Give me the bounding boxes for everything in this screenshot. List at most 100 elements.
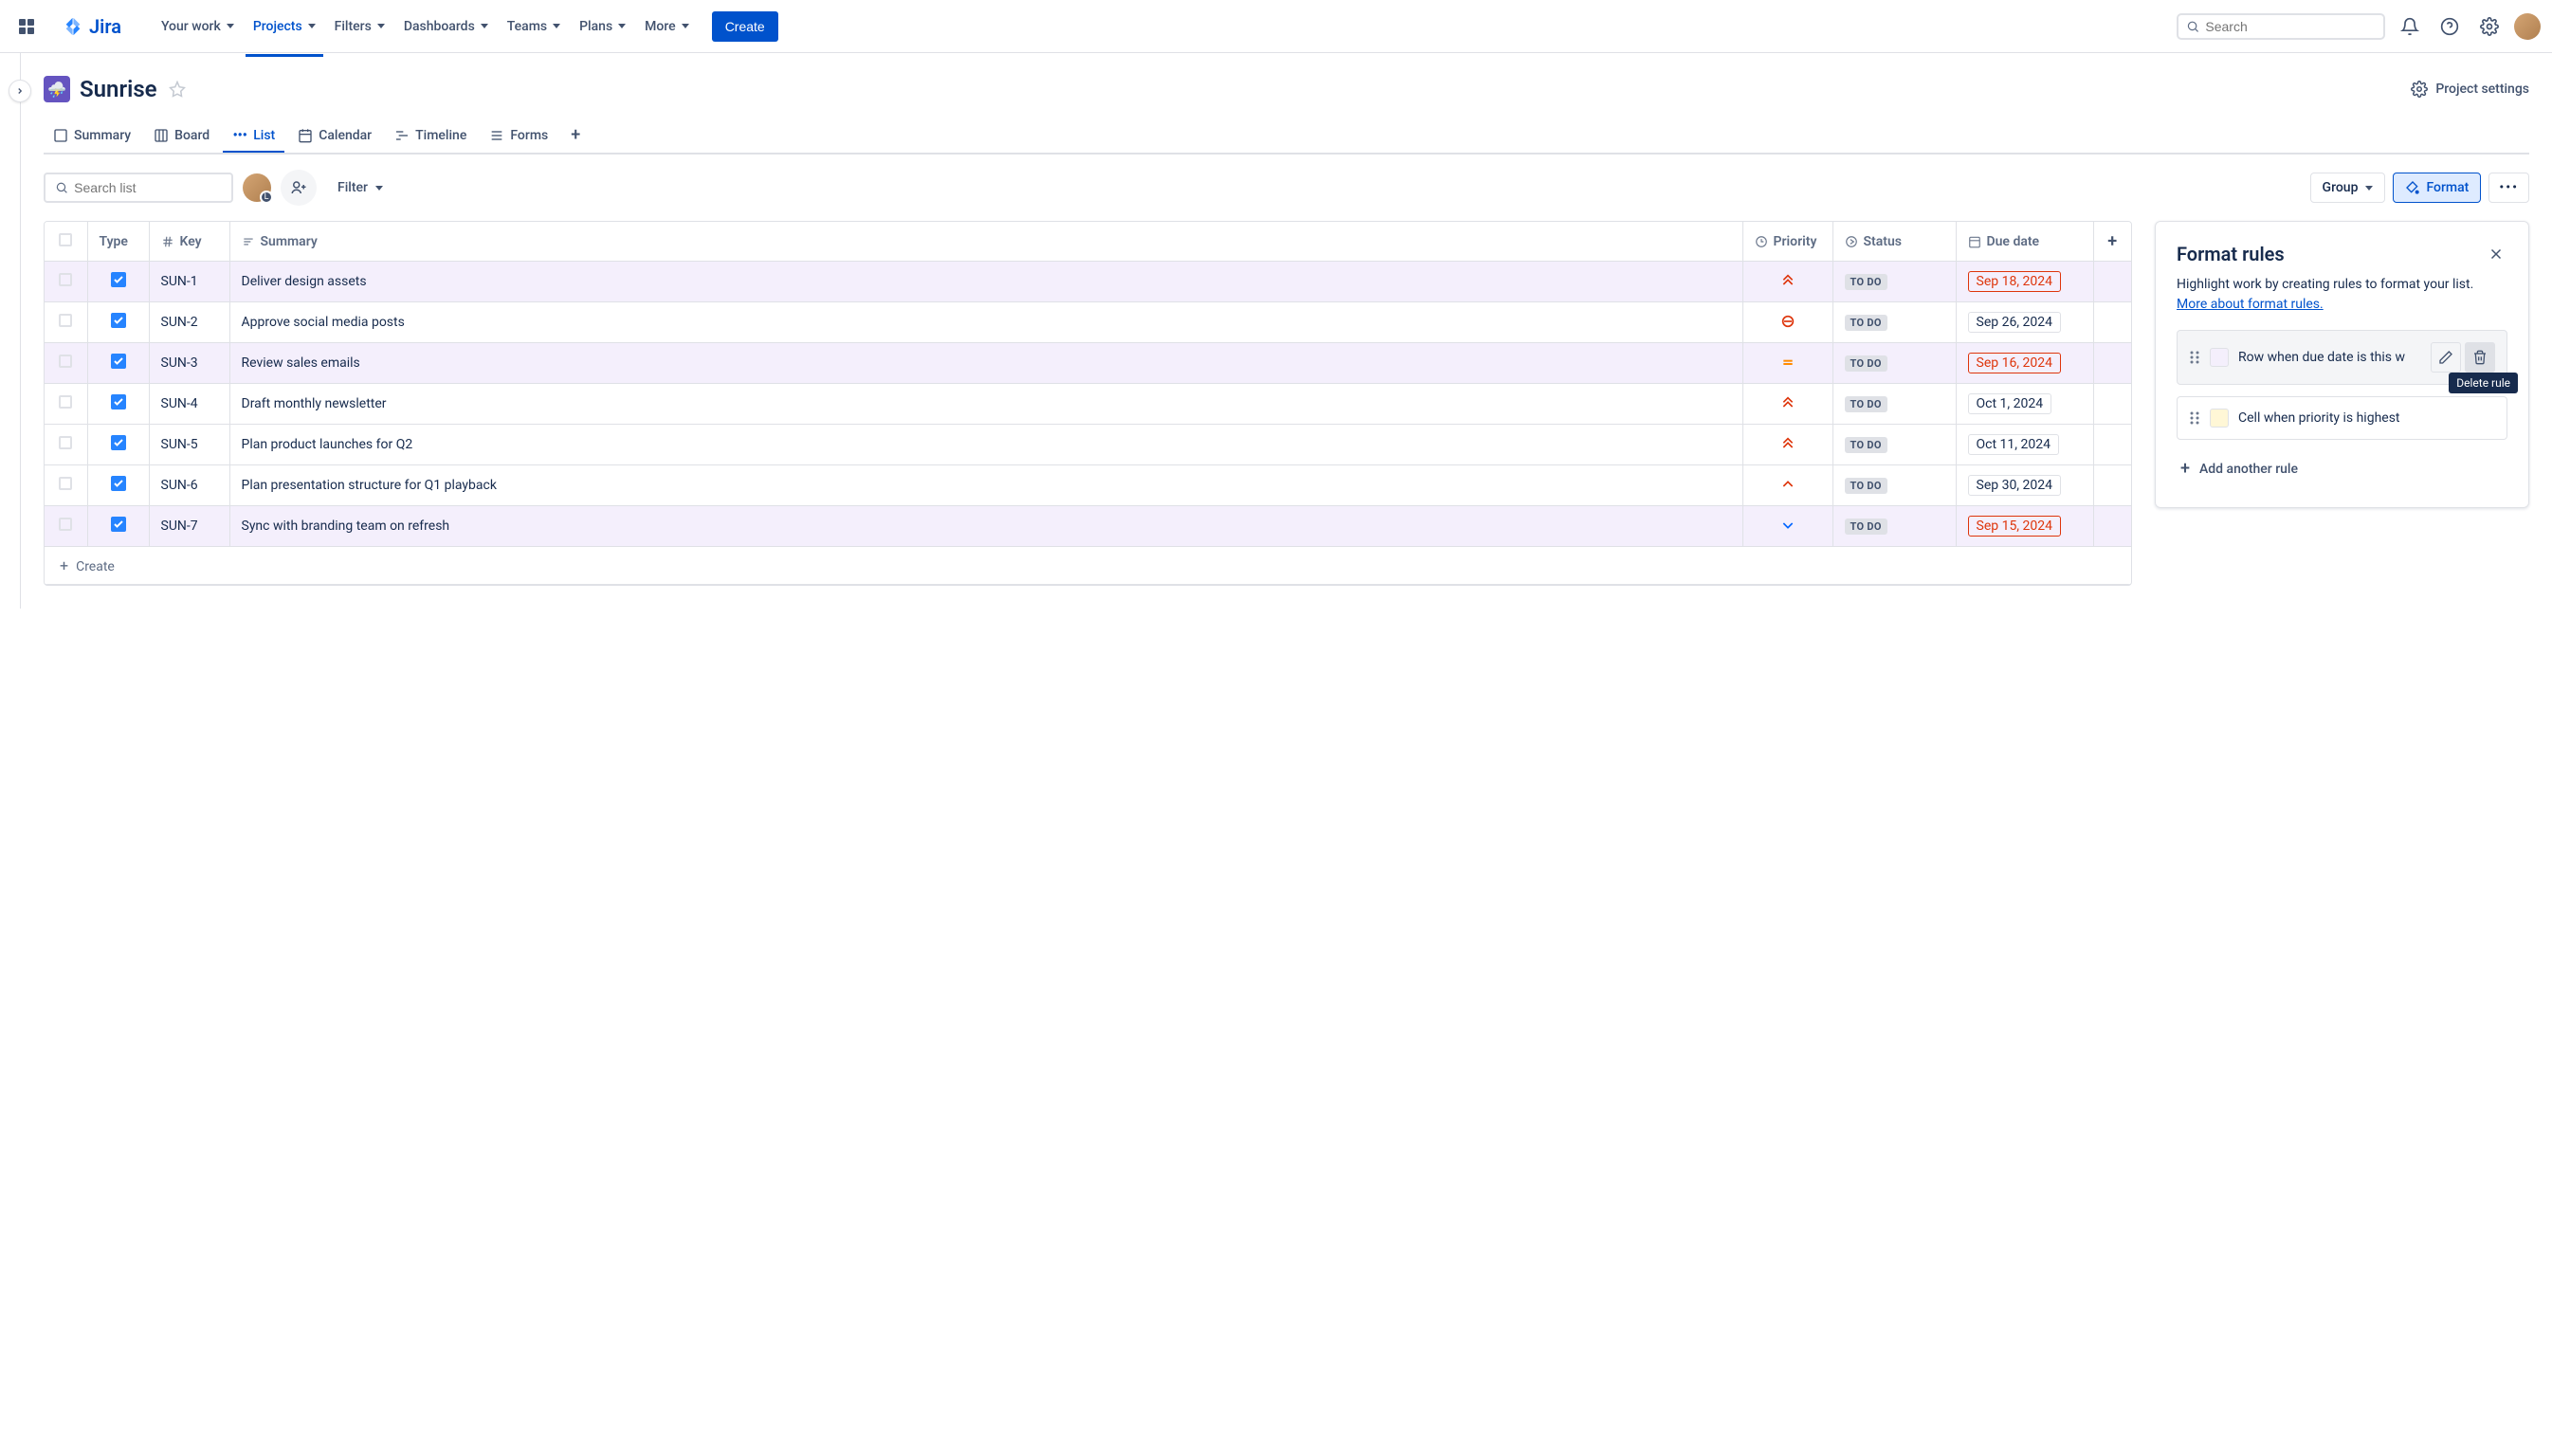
tab-list[interactable]: ••• List [223,120,284,151]
status-badge[interactable]: TO DO [1845,478,1887,494]
help-icon[interactable] [2434,11,2465,42]
format-button[interactable]: Format [2393,173,2481,203]
due-date-chip[interactable]: Oct 11, 2024 [1968,434,2059,455]
table-row[interactable]: SUN-1 Deliver design assets TO DO Sep 18… [45,262,2131,302]
tab-board[interactable]: Board [144,120,219,151]
table-row[interactable]: SUN-4 Draft monthly newsletter TO DO Oct… [45,384,2131,425]
row-key[interactable]: SUN-7 [149,506,229,547]
due-date-chip[interactable]: Oct 1, 2024 [1968,393,2052,414]
status-badge[interactable]: TO DO [1845,437,1887,453]
table-row[interactable]: SUN-5 Plan product launches for Q2 TO DO… [45,425,2131,465]
drag-handle-icon[interactable] [2189,410,2200,426]
due-date-chip[interactable]: Sep 18, 2024 [1968,271,2062,292]
add-column-button[interactable]: + [2093,222,2131,262]
nav-dashboards[interactable]: Dashboards [396,13,496,40]
format-rule-card[interactable]: Cell when priority is highest [2177,396,2507,440]
row-summary[interactable]: Plan product launches for Q2 [229,425,1742,465]
format-paint-icon[interactable] [169,81,186,98]
col-duedate-label[interactable]: Due date [1987,234,2040,249]
nav-your-work[interactable]: Your work [154,13,242,40]
row-checkbox[interactable] [59,477,72,490]
more-button[interactable]: ••• [2488,173,2529,203]
group-button[interactable]: Group [2310,173,2386,203]
table-row[interactable]: SUN-7 Sync with branding team on refresh… [45,506,2131,547]
row-key[interactable]: SUN-6 [149,465,229,506]
row-summary[interactable]: Sync with branding team on refresh [229,506,1742,547]
row-checkbox[interactable] [59,355,72,368]
tab-add[interactable]: + [561,118,590,153]
due-date-chip[interactable]: Sep 26, 2024 [1968,312,2062,333]
col-summary-label[interactable]: Summary [261,234,318,249]
format-rule-card[interactable]: Row when due date is this w Delete rule [2177,330,2507,385]
add-people-button[interactable] [281,170,317,206]
priority-icon[interactable] [1779,476,1796,493]
status-badge[interactable]: TO DO [1845,315,1887,331]
nav-filters[interactable]: Filters [327,13,392,40]
priority-icon[interactable] [1779,272,1796,289]
row-summary[interactable]: Deliver design assets [229,262,1742,302]
edit-rule-button[interactable] [2431,342,2461,373]
nav-plans[interactable]: Plans [572,13,633,40]
status-badge[interactable]: TO DO [1845,355,1887,372]
profile-avatar[interactable] [2514,13,2541,40]
app-switcher-icon[interactable] [11,11,42,42]
panel-learn-more-link[interactable]: More about format rules. [2177,297,2324,312]
row-checkbox[interactable] [59,518,72,531]
search-list-input[interactable] [74,180,222,195]
col-key-label[interactable]: Key [180,234,202,249]
row-summary[interactable]: Plan presentation structure for Q1 playb… [229,465,1742,506]
row-key[interactable]: SUN-5 [149,425,229,465]
row-key[interactable]: SUN-3 [149,343,229,384]
row-summary[interactable]: Review sales emails [229,343,1742,384]
global-search-input[interactable] [2205,19,2376,34]
row-key[interactable]: SUN-1 [149,262,229,302]
table-row[interactable]: SUN-3 Review sales emails TO DO Sep 16, … [45,343,2131,384]
assignee-filter-avatar[interactable]: L [243,173,271,202]
row-checkbox[interactable] [59,314,72,327]
row-checkbox[interactable] [59,395,72,409]
col-status-label[interactable]: Status [1864,234,1902,249]
project-settings-button[interactable]: Project settings [2411,81,2529,98]
due-date-chip[interactable]: Sep 15, 2024 [1968,516,2062,537]
status-badge[interactable]: TO DO [1845,396,1887,412]
global-search[interactable] [2177,13,2385,40]
priority-icon[interactable] [1779,435,1796,452]
table-row[interactable]: SUN-2 Approve social media posts TO DO S… [45,302,2131,343]
priority-icon[interactable] [1779,313,1796,330]
tab-forms[interactable]: Forms [480,120,557,151]
tab-summary[interactable]: Summary [44,120,140,151]
col-type-label[interactable]: Type [100,234,128,249]
filter-button[interactable]: Filter [326,173,394,202]
nav-more[interactable]: More [637,13,697,40]
row-summary[interactable]: Approve social media posts [229,302,1742,343]
due-date-chip[interactable]: Sep 16, 2024 [1968,353,2062,373]
create-button[interactable]: Create [712,11,778,42]
row-checkbox[interactable] [59,436,72,449]
col-priority-label[interactable]: Priority [1774,234,1817,249]
notifications-icon[interactable] [2395,11,2425,42]
row-key[interactable]: SUN-2 [149,302,229,343]
row-key[interactable]: SUN-4 [149,384,229,425]
delete-rule-button[interactable] [2465,342,2495,373]
jira-logo[interactable]: Jira [63,15,121,38]
nav-projects[interactable]: Projects [246,13,323,40]
priority-icon[interactable] [1779,517,1796,534]
status-badge[interactable]: TO DO [1845,274,1887,290]
search-list[interactable] [44,173,233,203]
nav-teams[interactable]: Teams [500,13,568,40]
panel-close-button[interactable] [2485,243,2507,265]
create-row[interactable]: +Create [45,547,2131,585]
row-summary[interactable]: Draft monthly newsletter [229,384,1742,425]
tab-calendar[interactable]: Calendar [288,120,381,151]
select-all-checkbox[interactable] [59,233,72,246]
add-rule-button[interactable]: + Add another rule [2177,451,2507,486]
row-checkbox[interactable] [59,273,72,286]
priority-icon[interactable] [1779,394,1796,411]
drag-handle-icon[interactable] [2189,350,2200,365]
sidebar-toggle-button[interactable] [9,80,31,102]
status-badge[interactable]: TO DO [1845,519,1887,535]
settings-icon[interactable] [2474,11,2505,42]
due-date-chip[interactable]: Sep 30, 2024 [1968,475,2062,496]
priority-icon[interactable] [1779,354,1796,371]
tab-timeline[interactable]: Timeline [385,120,476,151]
